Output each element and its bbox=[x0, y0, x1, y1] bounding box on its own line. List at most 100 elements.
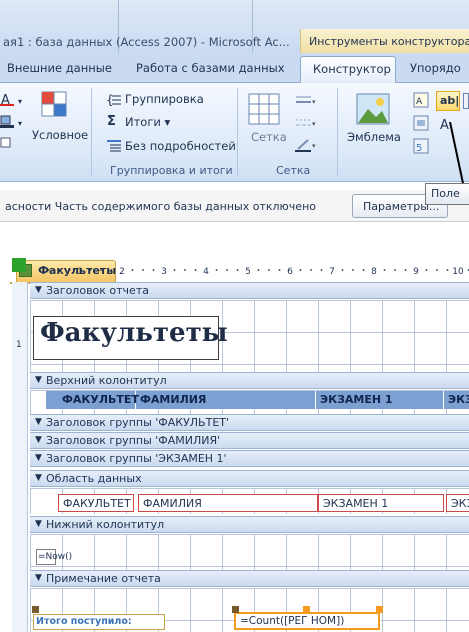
now-expression-field[interactable]: =Now() bbox=[36, 549, 72, 565]
ruler-number: 6 bbox=[287, 267, 293, 277]
group-divider bbox=[337, 88, 338, 176]
ruler-tick bbox=[215, 269, 218, 271]
move-handle[interactable] bbox=[232, 606, 239, 613]
band-label: Заголовок отчета bbox=[46, 284, 149, 297]
tab-arrange[interactable]: Упорядо bbox=[410, 61, 461, 75]
vertical-ruler bbox=[12, 282, 28, 632]
tab-design-label: Конструктор bbox=[313, 62, 391, 76]
fill-color-icon[interactable] bbox=[0, 114, 14, 128]
band-detail[interactable]: ▼ Область данных bbox=[30, 470, 469, 487]
svg-text:A: A bbox=[416, 97, 423, 107]
ruler-tick bbox=[299, 269, 302, 271]
section-arrow-icon: ▼ bbox=[35, 285, 42, 295]
select-report-corner[interactable] bbox=[12, 258, 26, 272]
conditional-button[interactable]: Условное bbox=[32, 128, 88, 142]
tab-database-tools[interactable]: Работа с базами данных bbox=[136, 61, 285, 75]
ruler-scale: 1 2 3 4 5 6 7 8 9 10 bbox=[47, 267, 469, 277]
ruler-tick bbox=[394, 269, 396, 271]
column-header-faculty[interactable]: ФАКУЛЬТЕТ bbox=[58, 391, 139, 409]
band-label: Заголовок группы 'ФАКУЛЬТЕТ' bbox=[46, 416, 230, 429]
resize-handle[interactable] bbox=[303, 606, 310, 613]
line-color-pen-icon[interactable]: ▾ bbox=[295, 138, 317, 152]
column-header-exam2[interactable]: ЭКЗ bbox=[444, 391, 469, 409]
line-thickness-icon[interactable]: ▾ bbox=[295, 94, 317, 108]
ruler-tick bbox=[89, 269, 92, 271]
ruler-tick bbox=[236, 269, 239, 271]
svg-text:▾: ▾ bbox=[312, 120, 316, 128]
detail-field-faculty[interactable]: ФАКУЛЬТЕТ bbox=[58, 494, 134, 512]
chevron-down-icon[interactable]: ▾ bbox=[18, 119, 26, 128]
ruler-tick bbox=[436, 269, 438, 271]
band-group-surname[interactable]: ▼ Заголовок группы 'ФАМИЛИЯ' bbox=[30, 432, 469, 449]
count-expression-field[interactable]: =Count([РЕГ НОМ]) bbox=[234, 612, 380, 630]
tooltip: Поле bbox=[425, 183, 469, 205]
section-arrow-icon: ▼ bbox=[35, 453, 42, 463]
ruler-tick bbox=[184, 269, 186, 271]
conditional-formatting-icon[interactable] bbox=[40, 90, 70, 120]
band-group-exam[interactable]: ▼ Заголовок группы 'ЭКЗАМЕН 1' bbox=[30, 450, 469, 467]
context-tools-label: Инструменты конструктора bbox=[309, 35, 469, 48]
resize-handle[interactable] bbox=[376, 606, 383, 613]
hide-details-button[interactable]: Без подробностей bbox=[125, 139, 236, 153]
ruler-number: 4 bbox=[203, 267, 209, 277]
ruler-tick bbox=[278, 269, 281, 271]
move-handle[interactable] bbox=[32, 606, 39, 613]
group-label-grouping: Группировка и итоги bbox=[110, 164, 233, 177]
gridlines-button[interactable]: Сетка bbox=[251, 130, 287, 144]
font-color-icon[interactable]: A bbox=[0, 92, 14, 108]
mouse-pointer-icon bbox=[440, 121, 469, 192]
column-header-surname[interactable]: ФАМИЛИЯ bbox=[136, 391, 316, 409]
band-label: Заголовок группы 'ЭКЗАМЕН 1' bbox=[46, 452, 227, 465]
totals-button[interactable]: Итоги ▾ bbox=[125, 115, 170, 129]
band-label: Верхний колонтитул bbox=[46, 374, 167, 387]
tab-external-data[interactable]: Внешние данные bbox=[7, 61, 112, 75]
ruler-tick bbox=[404, 269, 407, 271]
logo-icon[interactable] bbox=[356, 93, 390, 127]
ruler-tick bbox=[58, 269, 60, 271]
textbox-control-button[interactable]: ab| bbox=[436, 91, 460, 111]
detail-field-exam2[interactable]: ЭКЗ bbox=[446, 494, 469, 512]
report-title: Факультеты bbox=[40, 318, 228, 348]
line-type-icon[interactable]: ▾ bbox=[295, 116, 317, 130]
band-label: Нижний колонтитул bbox=[46, 518, 165, 531]
ruler-tick bbox=[320, 269, 323, 271]
band-page-header[interactable]: ▼ Верхний колонтитул bbox=[30, 372, 469, 389]
ruler-tick bbox=[362, 269, 365, 271]
svg-text:▾: ▾ bbox=[312, 142, 316, 150]
security-warning-text: асности Часть содержимого базы данных от… bbox=[5, 200, 316, 213]
ruler-tick bbox=[268, 269, 270, 271]
page-footer-grid[interactable] bbox=[30, 534, 469, 570]
subform-control-icon[interactable]: 5 bbox=[413, 138, 429, 154]
button-control-icon[interactable] bbox=[413, 115, 429, 131]
band-report-header[interactable]: ▼ Заголовок отчета bbox=[30, 282, 469, 299]
combo-control-icon[interactable] bbox=[463, 93, 469, 109]
ruler-tick bbox=[226, 269, 228, 271]
band-page-footer[interactable]: ▼ Нижний колонтитул bbox=[30, 516, 469, 533]
ruler-tick bbox=[100, 269, 102, 271]
total-label[interactable]: Итого поступило: bbox=[33, 614, 165, 630]
column-header-exam1[interactable]: ЭКЗАМЕН 1 bbox=[316, 391, 444, 409]
ruler-tick bbox=[68, 269, 71, 271]
sigma-icon: Σ bbox=[107, 114, 116, 129]
tab-design[interactable]: Конструктор bbox=[300, 56, 396, 84]
ruler-tick bbox=[310, 269, 312, 271]
ruler-number: 3 bbox=[161, 267, 167, 277]
band-report-footer[interactable]: ▼ Примечание отчета bbox=[30, 570, 469, 587]
ruler-number: 8 bbox=[371, 267, 377, 277]
label-control-icon[interactable]: A bbox=[413, 92, 429, 108]
logo-button[interactable]: Эмблема bbox=[347, 130, 401, 144]
grouping-button[interactable]: Группировка bbox=[125, 92, 204, 106]
detail-field-surname[interactable]: ФАМИЛИЯ bbox=[138, 494, 318, 512]
band-label: Область данных bbox=[46, 472, 142, 485]
band-group-faculty[interactable]: ▼ Заголовок группы 'ФАКУЛЬТЕТ' bbox=[30, 414, 469, 431]
chevron-down-icon[interactable]: ▾ bbox=[18, 97, 26, 106]
ruler-number: 2 bbox=[119, 267, 125, 277]
section-arrow-icon: ▼ bbox=[35, 473, 42, 483]
vertical-ruler-mark: 1 bbox=[16, 340, 22, 350]
gridlines-icon[interactable] bbox=[247, 92, 281, 126]
detail-field-exam1[interactable]: ЭКЗАМЕН 1 bbox=[318, 494, 444, 512]
line-color-icon[interactable] bbox=[0, 136, 14, 150]
section-arrow-icon: ▼ bbox=[35, 519, 42, 529]
window-title: ая1 : база данных (Access 2007) - Micros… bbox=[3, 35, 290, 49]
ruler-number: 7 bbox=[329, 267, 335, 277]
